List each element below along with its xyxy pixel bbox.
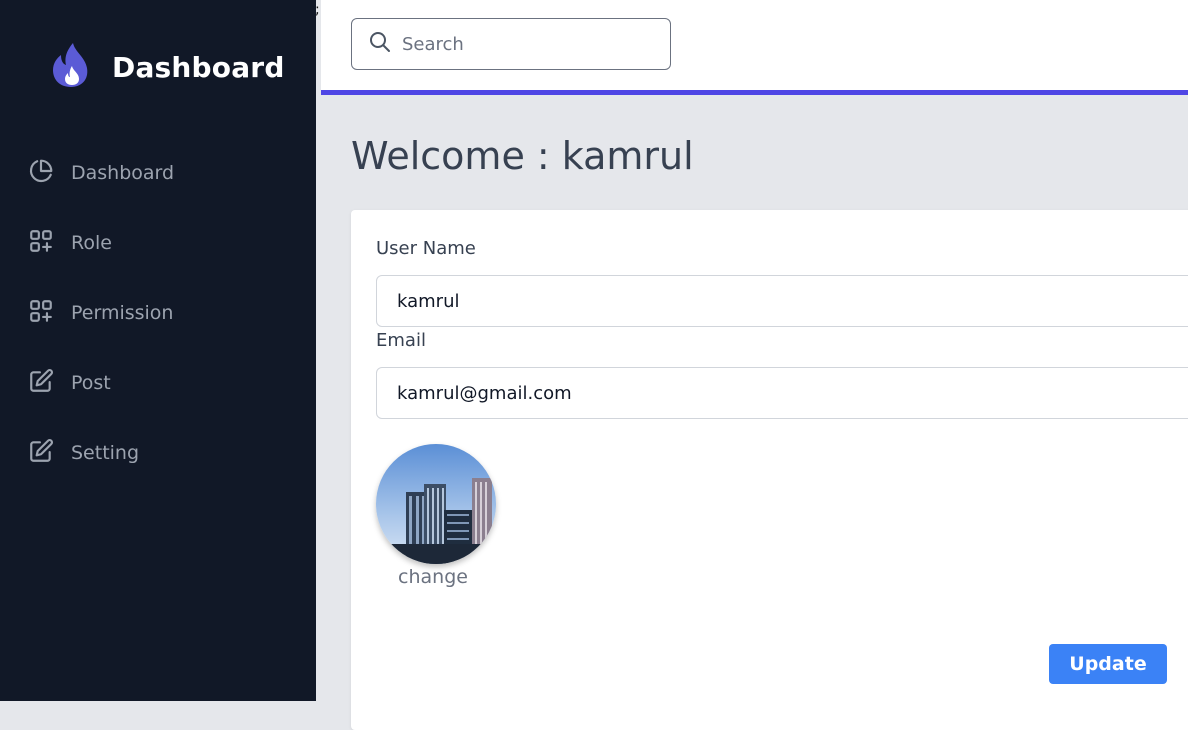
email-label: Email: [376, 330, 426, 351]
sidebar-item-label: Role: [71, 232, 112, 254]
brand[interactable]: Dashboard: [51, 42, 285, 92]
sidebar-item-post[interactable]: Post: [28, 368, 111, 398]
search-box[interactable]: [351, 18, 671, 70]
sidebar-item-dashboard[interactable]: Dashboard: [28, 158, 174, 188]
change-avatar-link[interactable]: change: [376, 566, 490, 588]
pie-chart-icon: [28, 158, 54, 188]
edit-icon: [28, 438, 54, 468]
sidebar-item-role[interactable]: Role: [28, 228, 112, 258]
sidebar-item-label: Dashboard: [71, 162, 175, 184]
stray-semicolon: ;: [315, 2, 320, 18]
sidebar-item-permission[interactable]: Permission: [28, 298, 173, 328]
email-field[interactable]: [376, 367, 1188, 419]
grid-plus-icon: [28, 228, 54, 258]
search-icon: [352, 30, 392, 58]
page-title: Welcome : kamrul: [351, 134, 694, 178]
sidebar-item-label: Permission: [71, 302, 174, 324]
topbar-accent-bar: [321, 90, 1188, 95]
username-field[interactable]: [376, 275, 1188, 327]
brand-title: Dashboard: [112, 50, 285, 84]
search-input[interactable]: [402, 33, 652, 55]
avatar-image: [376, 444, 496, 564]
username-label: User Name: [376, 238, 476, 259]
sidebar: Dashboard Dashboard Role Permission Post…: [0, 0, 316, 701]
edit-icon: [28, 368, 54, 398]
sidebar-item-label: Setting: [71, 442, 140, 464]
grid-plus-icon: [28, 298, 54, 328]
sidebar-item-setting[interactable]: Setting: [28, 438, 139, 468]
avatar[interactable]: [376, 444, 496, 564]
flame-icon: [51, 42, 91, 92]
sidebar-item-label: Post: [71, 372, 111, 394]
update-button[interactable]: Update: [1049, 644, 1167, 684]
